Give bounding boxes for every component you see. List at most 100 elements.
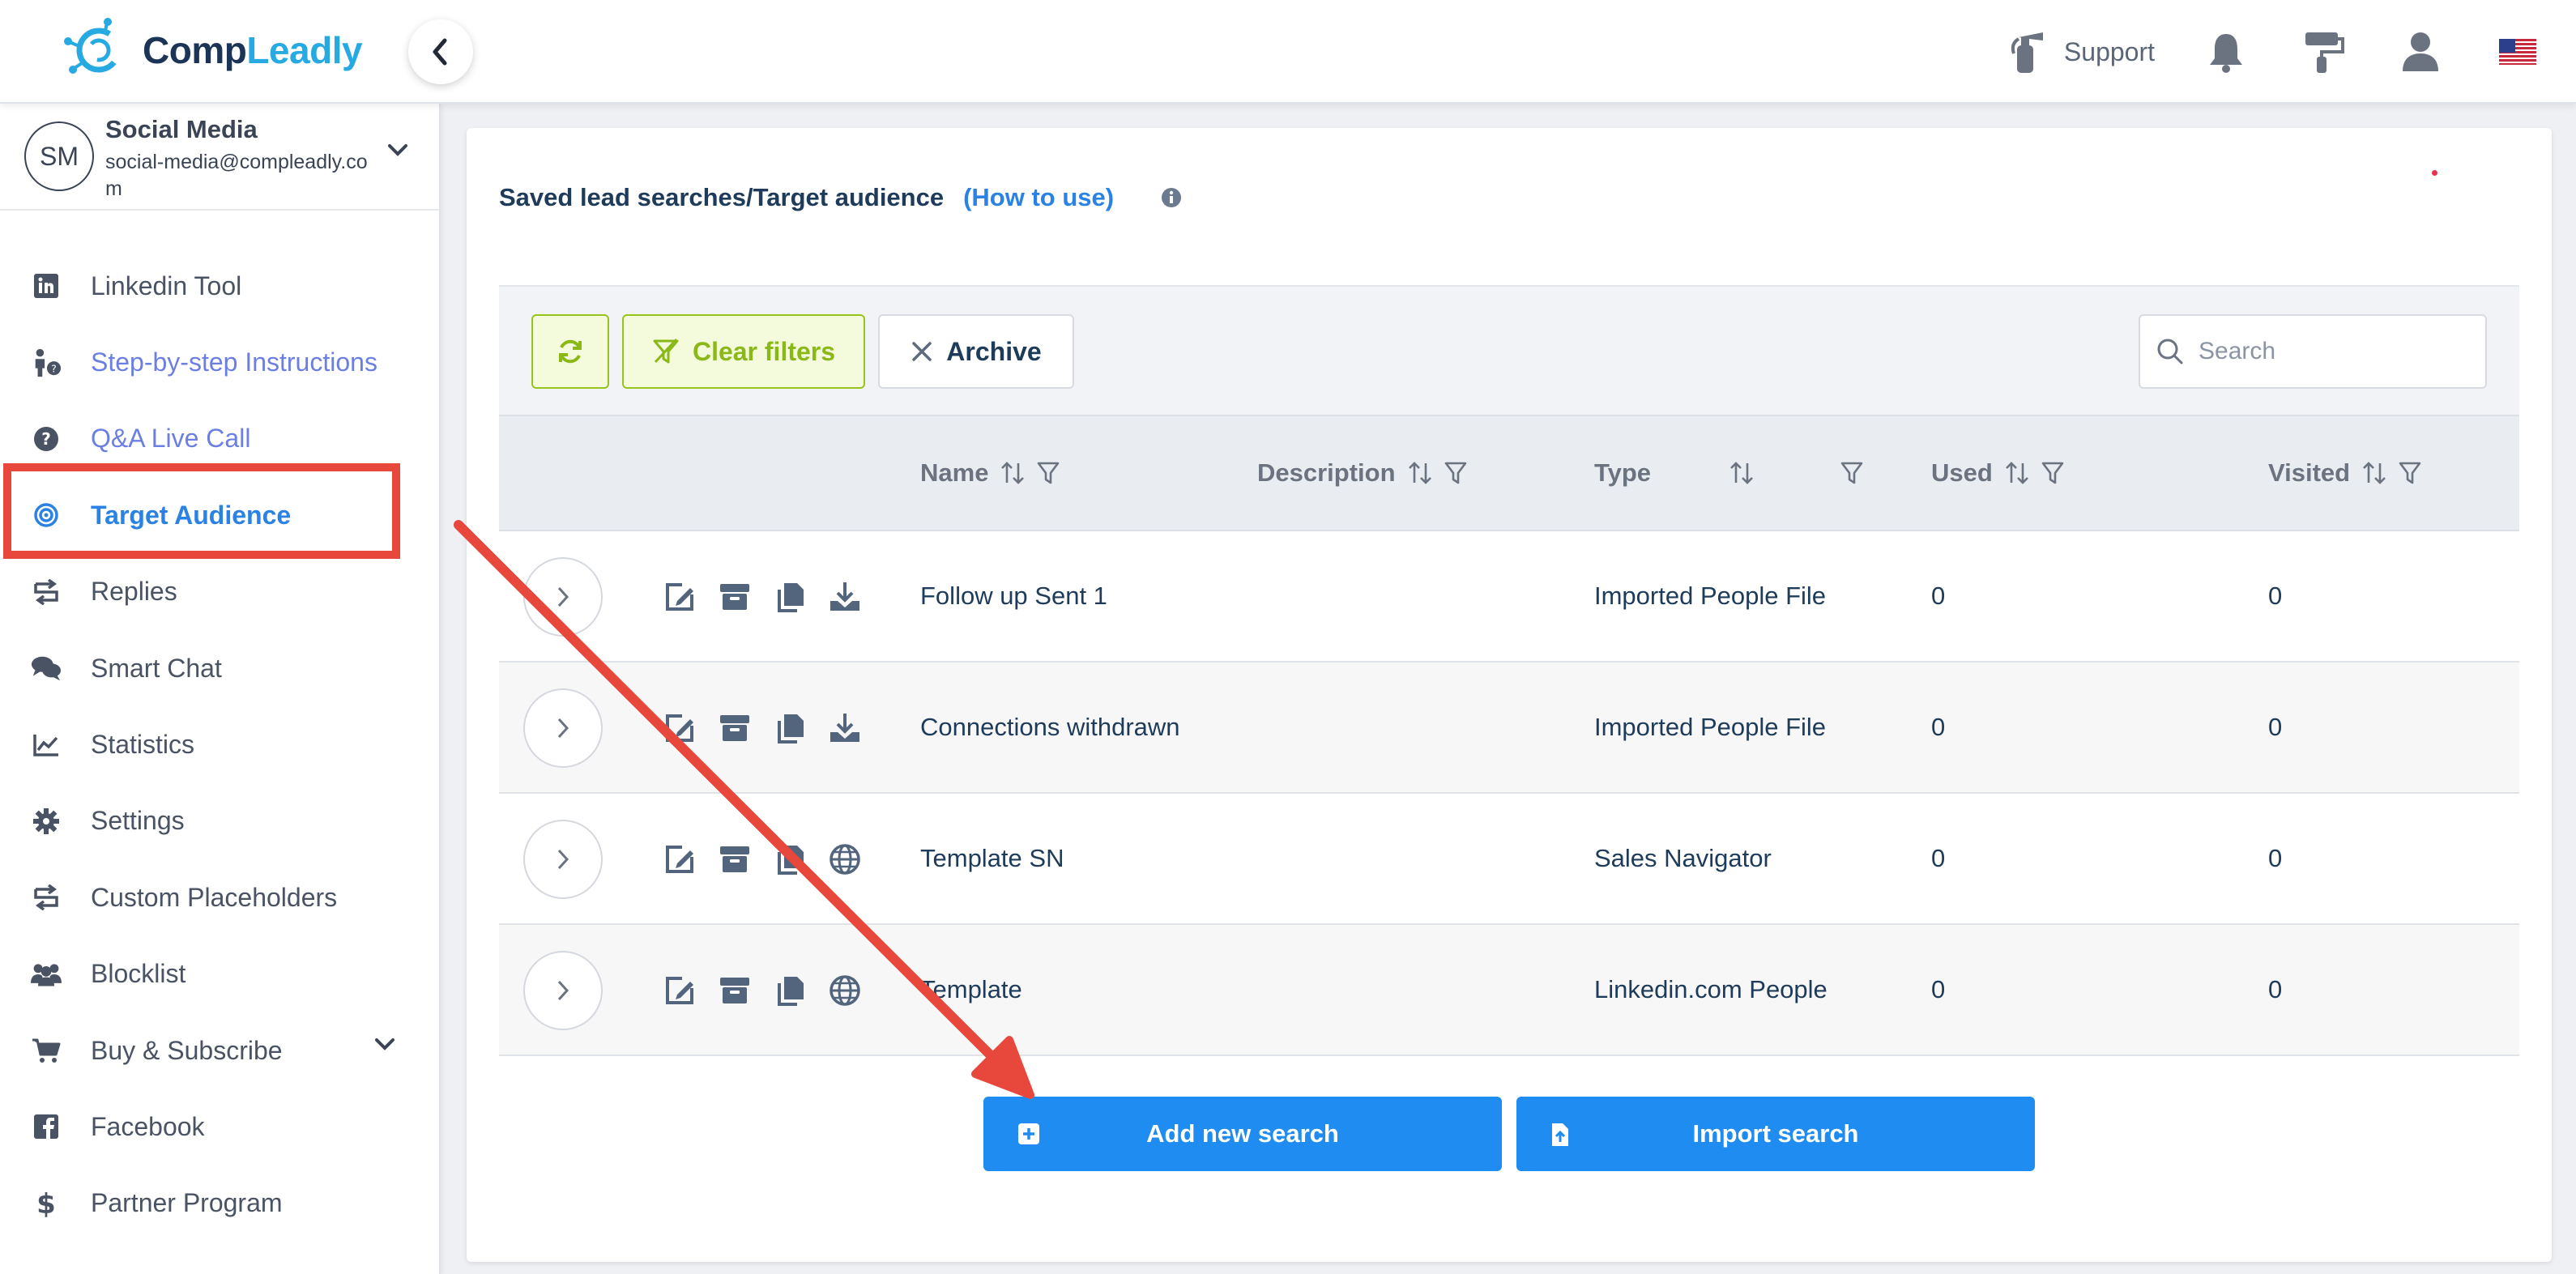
row-actions <box>661 972 864 1009</box>
archive-icon[interactable] <box>716 841 753 878</box>
status-dot <box>2432 170 2437 176</box>
sidebar-item-linkedin-tool[interactable]: Linkedin Tool <box>0 248 439 324</box>
sort-icon[interactable] <box>2361 460 2387 486</box>
language-button[interactable] <box>2492 26 2544 78</box>
row-type: Linkedin.com People <box>1594 975 1828 1003</box>
compleadly-logo[interactable]: CompLeadly <box>58 18 363 83</box>
import-search-label: Import search <box>1692 1119 1859 1148</box>
row-name[interactable]: Connections withdrawn <box>920 713 1180 742</box>
expand-row-button[interactable] <box>523 557 603 637</box>
edit-icon[interactable] <box>661 709 698 747</box>
search-field[interactable] <box>2139 314 2487 389</box>
row-name[interactable]: Template <box>920 975 1022 1004</box>
notifications-button[interactable] <box>2200 26 2252 78</box>
table-row: Template SN Sales Navigator 0 0 <box>499 794 2519 925</box>
copy-icon[interactable] <box>771 841 808 878</box>
chevron-down-icon <box>375 1038 395 1050</box>
row-used: 0 <box>1931 975 1946 1003</box>
instructions-icon: ? <box>31 347 62 378</box>
globe-icon[interactable] <box>826 972 864 1009</box>
sidebar-item-instructions[interactable]: ? Step-by-step Instructions <box>0 324 439 400</box>
column-header-description: Description <box>1257 458 1467 488</box>
row-type: Imported People File <box>1594 582 1827 610</box>
sort-icon[interactable] <box>1729 460 1755 486</box>
theme-button[interactable] <box>2297 26 2349 78</box>
sidebar-item-smart-chat[interactable]: Smart Chat <box>0 630 439 706</box>
chevron-right-icon <box>557 849 569 870</box>
copy-icon[interactable] <box>771 972 808 1009</box>
sidebar-item-label: Target Audience <box>91 500 292 530</box>
sidebar-item-label: Partner Program <box>91 1188 283 1218</box>
add-new-search-button[interactable]: Add new search <box>983 1097 1502 1171</box>
logo-text: CompLeadly <box>143 29 363 71</box>
how-to-use-link[interactable]: (How to use) <box>963 183 1114 212</box>
question-icon: ? <box>31 424 62 454</box>
account-switcher[interactable]: SM Social Media social-media@compleadly.… <box>0 104 439 211</box>
row-visited: 0 <box>2268 975 2283 1003</box>
sort-icon[interactable] <box>1000 460 1026 486</box>
clear-filters-button[interactable]: Clear filters <box>622 314 865 389</box>
sidebar-item-custom-placeholders[interactable]: Custom Placeholders <box>0 859 439 935</box>
expand-row-button[interactable] <box>523 820 603 899</box>
svg-text:?: ? <box>51 363 57 374</box>
sidebar-item-replies[interactable]: Replies <box>0 554 439 630</box>
saved-searches-card: Saved lead searches/Target audience (How… <box>467 128 2552 1262</box>
sidebar-item-partner-program[interactable]: $ Partner Program <box>0 1165 439 1242</box>
refresh-button[interactable] <box>531 314 609 389</box>
refresh-icon <box>559 339 582 364</box>
copy-icon[interactable] <box>771 709 808 747</box>
row-used: 0 <box>1931 582 1946 610</box>
add-new-search-label: Add new search <box>1146 1119 1339 1148</box>
cart-icon <box>31 1035 62 1066</box>
download-icon[interactable] <box>826 578 864 616</box>
filter-icon[interactable] <box>1840 461 1863 485</box>
sidebar-item-label: Statistics <box>91 730 195 760</box>
sidebar-item-statistics[interactable]: Statistics <box>0 706 439 782</box>
download-icon[interactable] <box>826 709 864 747</box>
filter-clear-icon <box>653 338 679 364</box>
svg-text:?: ? <box>41 429 51 449</box>
sidebar-item-label: Settings <box>91 806 185 836</box>
row-used: 0 <box>1931 844 1946 872</box>
info-icon[interactable] <box>1161 187 1182 208</box>
sort-icon[interactable] <box>1407 460 1433 486</box>
archive-button[interactable]: Archive <box>878 314 1074 389</box>
archive-icon[interactable] <box>716 709 753 747</box>
row-actions <box>661 709 864 747</box>
archive-icon[interactable] <box>716 578 753 616</box>
sidebar-item-blocklist[interactable]: Blocklist <box>0 936 439 1012</box>
sort-icon[interactable] <box>2004 460 2030 486</box>
import-search-button[interactable]: Import search <box>1516 1097 2035 1171</box>
sidebar-item-facebook[interactable]: Facebook <box>0 1089 439 1165</box>
sidebar-item-settings[interactable]: Settings <box>0 783 439 859</box>
sidebar-item-target-audience[interactable]: Target Audience <box>0 477 439 553</box>
sidebar-item-qa-live-call[interactable]: ? Q&A Live Call <box>0 401 439 477</box>
sidebar-collapse-button[interactable] <box>408 19 473 84</box>
sidebar-item-buy-subscribe[interactable]: Buy & Subscribe <box>0 1012 439 1089</box>
sidebar-item-label: Custom Placeholders <box>91 882 338 912</box>
edit-icon[interactable] <box>661 841 698 878</box>
user-profile-button[interactable] <box>2395 26 2446 78</box>
plus-square-icon <box>1018 1123 1039 1144</box>
row-type: Imported People File <box>1594 713 1827 741</box>
row-name[interactable]: Template SN <box>920 844 1064 873</box>
filter-icon[interactable] <box>1037 461 1060 485</box>
row-name[interactable]: Follow up Sent 1 <box>920 582 1107 611</box>
search-input[interactable] <box>2199 338 2458 365</box>
bottom-actions: Add new search Import search <box>983 1097 2035 1171</box>
filter-icon[interactable] <box>2041 461 2064 485</box>
expand-row-button[interactable] <box>523 951 603 1030</box>
sidebar-nav: Linkedin Tool ? Step-by-step Instruction… <box>0 248 439 1242</box>
logo-mark-icon <box>64 18 122 74</box>
page-title-text: Saved lead searches/Target audience <box>499 183 945 211</box>
copy-icon[interactable] <box>771 578 808 616</box>
filter-icon[interactable] <box>1444 461 1467 485</box>
archive-icon[interactable] <box>716 972 753 1009</box>
filter-icon[interactable] <box>2399 461 2421 485</box>
globe-icon[interactable] <box>826 841 864 878</box>
edit-icon[interactable] <box>661 578 698 616</box>
support-button[interactable]: Support <box>2007 29 2155 75</box>
edit-icon[interactable] <box>661 972 698 1009</box>
column-header-visited: Visited <box>2268 458 2421 488</box>
expand-row-button[interactable] <box>523 688 603 768</box>
